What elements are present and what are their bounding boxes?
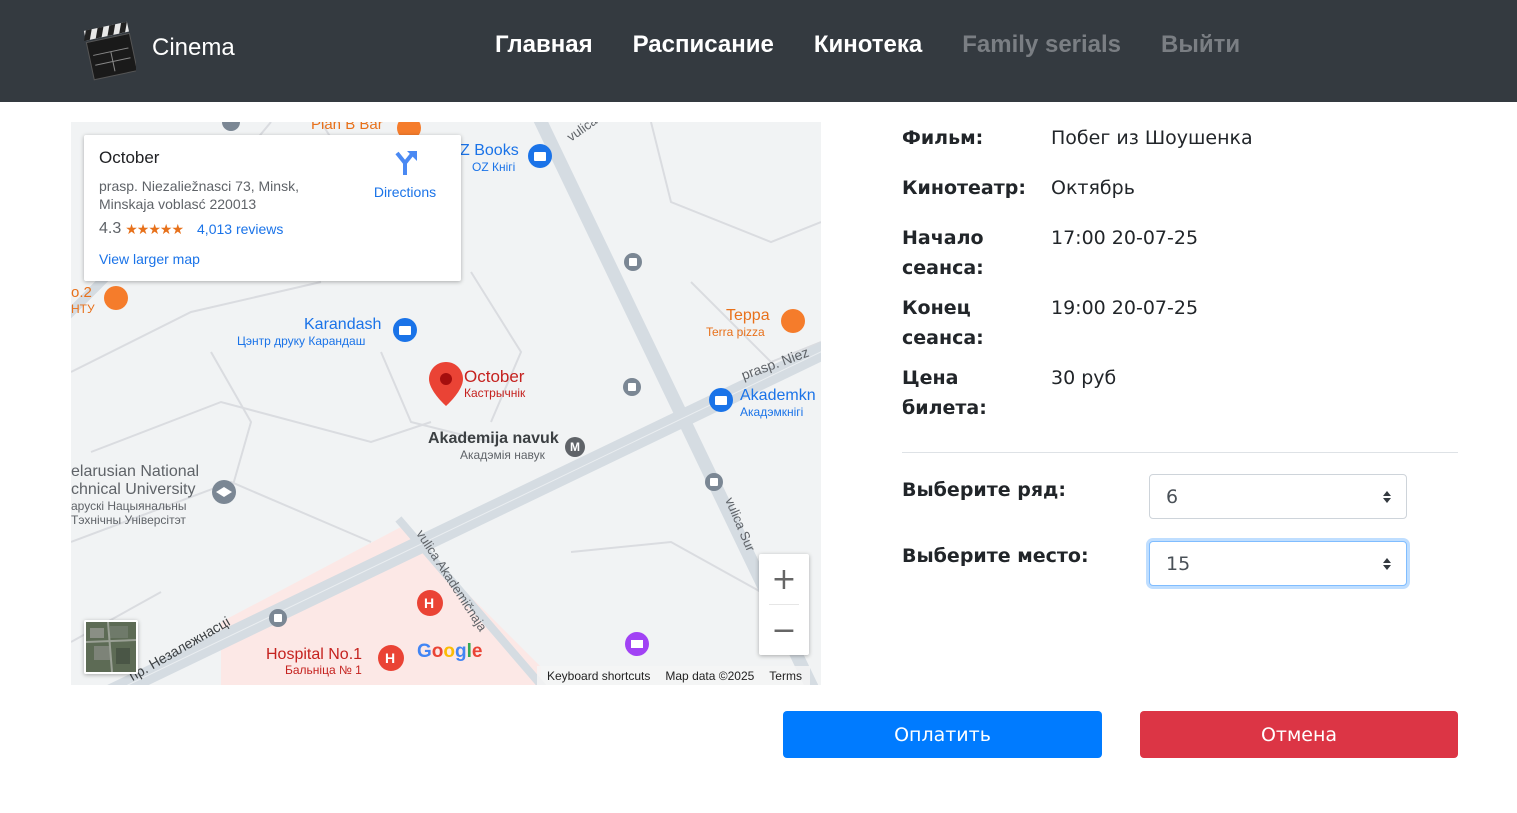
nav-logout[interactable]: Выйти: [1161, 28, 1240, 62]
brand-name: Cinema: [152, 34, 235, 61]
cinema-value: Октябрь: [1051, 177, 1135, 199]
satellite-thumbnail-icon: [86, 622, 136, 672]
metro-icon: M: [570, 440, 580, 454]
seat-select-value: 15: [1166, 553, 1191, 575]
map-label-bntu-1: elarusian National: [71, 463, 200, 480]
directions-label: Directions: [373, 184, 437, 200]
map-label-akademkniga-ru: Акадэмкнігі: [740, 405, 804, 419]
google-logo: Google: [417, 641, 483, 662]
price-label: Цена билета:: [902, 367, 987, 419]
map-data-text: Map data ©2025: [665, 668, 755, 683]
satellite-toggle[interactable]: [84, 620, 138, 674]
hospital-icon-2: H: [385, 650, 396, 666]
navbar: Cinema Главная Расписание Кинотека Famil…: [0, 0, 1517, 102]
google-map[interactable]: Plan B Bar Z Books OZ Кнігі vulica Ku o.…: [71, 122, 821, 685]
map-label-bntu-4: Тэхнічны Універсітэт: [71, 513, 186, 527]
rating-value: 4.3: [99, 220, 122, 237]
main-nav: Главная Расписание Кинотека Family seria…: [495, 28, 1280, 62]
divider: [902, 452, 1458, 453]
map-label-no2: o.2: [71, 284, 92, 301]
start-label: Начало сеанса:: [902, 227, 984, 279]
place-rating: 4.3 ★★★★★ 4,013 reviews: [99, 220, 283, 238]
map-label-hospital-ru: Бальніца № 1: [285, 663, 362, 677]
film-label: Фильм:: [902, 127, 984, 149]
place-card: October prasp. Niezaliežnasci 73, Minsk,…: [84, 135, 461, 281]
zoom-control: + −: [759, 554, 809, 655]
clapperboard-logo-icon: [83, 21, 136, 81]
cinema-label: Кинотеатр:: [902, 177, 1026, 199]
row-select-label: Выберите ряд:: [902, 479, 1066, 501]
map-label-ntu: НТУ: [71, 302, 95, 316]
select-caret-icon: [1383, 558, 1391, 570]
view-larger-map-link[interactable]: View larger map: [99, 251, 200, 267]
map-label-akad-navuk: Akademija navuk: [428, 430, 559, 447]
map-label-october: October: [464, 367, 525, 386]
row-select-value: 6: [1166, 486, 1179, 508]
terms-link[interactable]: Terms: [769, 669, 802, 683]
hospital-icon: H: [424, 595, 435, 611]
rating-stars-icon: ★★★★★: [125, 220, 184, 237]
map-label-plan-b: Plan B Bar: [311, 122, 383, 133]
place-address-line-1: prasp. Niezaliežnasci 73, Minsk,: [99, 178, 299, 194]
row-select[interactable]: 6: [1149, 474, 1407, 519]
price-value: 30 руб: [1051, 367, 1117, 389]
zoom-out-button[interactable]: −: [759, 605, 809, 655]
map-label-terra-pizza: Terra pizza: [706, 325, 765, 339]
film-value: Побег из Шоушенка: [1051, 127, 1253, 149]
map-label-bntu-3: арускі Нацыянальны: [71, 499, 187, 513]
map-label-teppa: Teppa: [726, 307, 770, 324]
seat-select[interactable]: 15: [1149, 541, 1407, 586]
nav-home[interactable]: Главная: [495, 28, 593, 62]
place-address-line-2: Minskaja voblasć 220013: [99, 196, 257, 212]
map-label-akad-navuk-ru: Акадэмія навук: [460, 448, 545, 462]
end-value: 19:00 20-07-25: [1051, 297, 1199, 319]
map-label-karandash-ru: Цэнтр друку Карандаш: [237, 334, 366, 348]
map-label-bntu-2: chnical University: [71, 481, 196, 498]
zoom-in-button[interactable]: +: [759, 554, 809, 604]
map-attribution: Keyboard shortcuts Map data ©2025 Terms: [537, 666, 810, 685]
place-name: October: [99, 148, 160, 167]
directions-icon: [395, 151, 417, 175]
nav-film-library[interactable]: Кинотека: [814, 28, 922, 62]
select-caret-icon: [1383, 491, 1391, 503]
place-address: prasp. Niezaliežnasci 73, Minsk, Minskaj…: [99, 177, 339, 213]
keyboard-shortcuts-link[interactable]: Keyboard shortcuts: [547, 669, 650, 683]
map-label-z-books: Z Books: [460, 142, 519, 159]
map-label-hospital: Hospital No.1: [266, 646, 363, 663]
map-label-akademkniga: Akademkn: [740, 387, 816, 404]
end-label: Конец сеанса:: [902, 297, 984, 349]
nav-family-serials[interactable]: Family serials: [962, 28, 1121, 62]
reviews-link[interactable]: 4,013 reviews: [197, 221, 283, 237]
seat-select-label: Выберите место:: [902, 545, 1089, 567]
brand-link[interactable]: Cinema: [82, 12, 235, 84]
nav-schedule[interactable]: Расписание: [633, 28, 774, 62]
map-label-karandash: Karandash: [304, 316, 382, 333]
directions-button[interactable]: Directions: [369, 149, 441, 200]
map-label-october-ru: Кастрычнік: [464, 386, 526, 400]
map-label-oz-knigi: OZ Кнігі: [472, 160, 516, 174]
pay-button[interactable]: Оплатить: [783, 711, 1102, 758]
cancel-button[interactable]: Отмена: [1140, 711, 1458, 758]
start-value: 17:00 20-07-25: [1051, 227, 1199, 249]
